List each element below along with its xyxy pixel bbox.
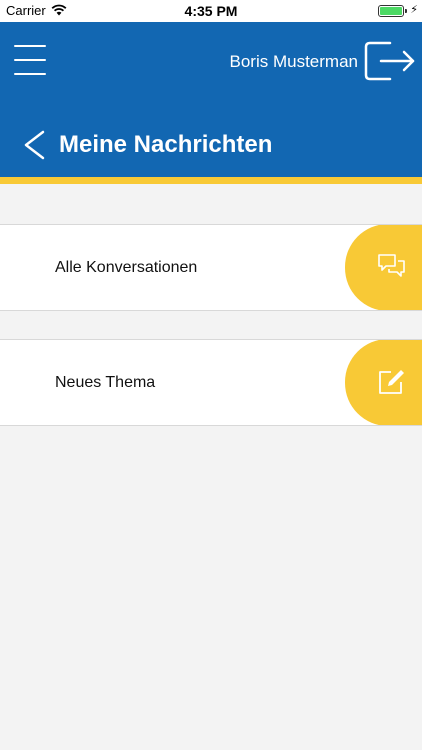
all-conversations-row[interactable]: Alle Konversationen [0, 224, 422, 311]
hamburger-menu-icon[interactable] [14, 43, 46, 77]
all-conversations-label: Alle Konversationen [55, 259, 198, 276]
page-title: Meine Nachrichten [59, 131, 273, 158]
user-name: Boris Musterman [229, 52, 358, 71]
app-header: Boris Musterman Meine Nachrichten [0, 22, 422, 177]
battery-icon [378, 5, 404, 17]
chat-badge [345, 225, 422, 310]
logout-icon[interactable] [364, 40, 416, 82]
compose-icon [379, 370, 404, 394]
status-bar: Carrier 4:35 PM ⚡ [0, 0, 422, 22]
status-time: 4:35 PM [184, 3, 238, 19]
compose-badge [345, 340, 422, 425]
battery-tip [405, 9, 407, 13]
back-chevron-icon[interactable] [22, 130, 46, 160]
header-accent-line [0, 177, 422, 184]
chat-bubbles-icon [378, 254, 405, 277]
new-topic-label: Neues Thema [55, 374, 156, 391]
charging-bolt-icon: ⚡ [410, 4, 418, 16]
new-topic-row[interactable]: Neues Thema [0, 339, 422, 426]
